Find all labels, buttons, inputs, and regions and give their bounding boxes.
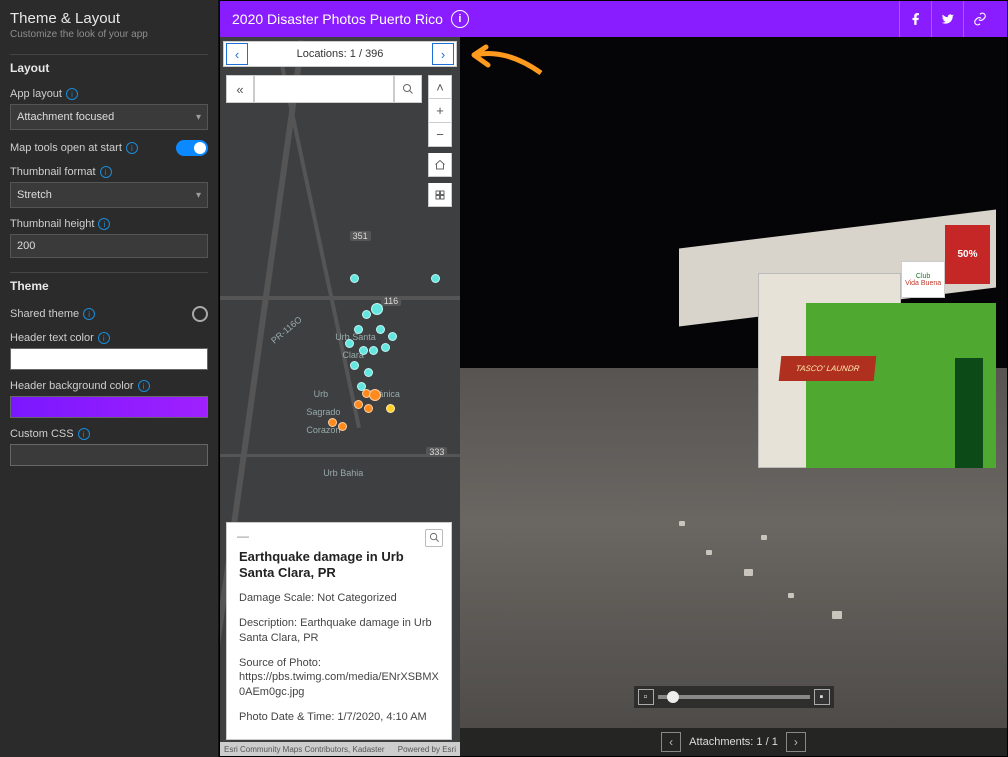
photo-sign-50: 50%: [945, 225, 989, 285]
link-icon[interactable]: [963, 1, 995, 37]
popup-source: Source of Photo: https://pbs.twimg.com/m…: [239, 656, 439, 701]
map-search-input[interactable]: [254, 75, 394, 103]
header-text-color-label: Header text color i: [10, 332, 208, 344]
shared-theme-label: Shared theme i: [10, 308, 95, 320]
map-attribution: Esri Community Maps Contributors, Kadast…: [220, 742, 460, 756]
popup-zoom-icon[interactable]: [425, 529, 443, 547]
thumb-height-input[interactable]: [10, 234, 208, 258]
photo-sign-banner: TASCO' LAUNDR: [779, 356, 877, 381]
config-sidebar: Theme & Layout Customize the look of you…: [0, 0, 219, 757]
next-location-button[interactable]: ›: [432, 43, 454, 65]
custom-css-label: Custom CSS i: [10, 428, 208, 440]
app-layout-select[interactable]: Attachment focused ▾: [10, 104, 208, 130]
info-icon[interactable]: i: [451, 10, 469, 28]
popup-datetime: Photo Date & Time: 1/7/2020, 4:10 AM: [239, 710, 439, 725]
locations-pager: ‹ Locations: 1 / 396 ›: [223, 41, 457, 67]
facebook-icon[interactable]: [899, 1, 931, 37]
section-theme: Theme: [10, 272, 208, 296]
thumb-format-label: Thumbnail format i: [10, 166, 208, 178]
feature-popup: — Earthquake damage in Urb Santa Clara, …: [226, 522, 452, 740]
app-layout-label: App layout i: [10, 88, 208, 100]
chevron-down-icon: ▾: [196, 112, 201, 123]
app-header: 2020 Disaster Photos Puerto Rico i: [220, 1, 1007, 37]
locations-label: Locations: 1 / 396: [297, 48, 384, 60]
thumb-format-select[interactable]: Stretch ▾: [10, 182, 208, 208]
sidebar-subtitle: Customize the look of your app: [10, 29, 208, 40]
popup-title: Earthquake damage in Urb Santa Clara, PR: [239, 549, 439, 582]
info-icon[interactable]: i: [98, 218, 110, 230]
info-icon[interactable]: i: [126, 142, 138, 154]
chevron-up-icon[interactable]: ˄: [428, 75, 452, 99]
collapse-icon[interactable]: «: [226, 75, 254, 103]
header-bg-color-swatch[interactable]: [10, 396, 208, 418]
photo-sign-club: Club Vida Buena: [901, 261, 945, 298]
info-icon[interactable]: i: [100, 166, 112, 178]
prev-location-button[interactable]: ‹: [226, 43, 248, 65]
next-attachment-button[interactable]: ›: [786, 732, 806, 752]
opacity-track[interactable]: [658, 695, 810, 699]
shared-theme-radio[interactable]: [192, 306, 208, 322]
chevron-down-icon: ▾: [196, 190, 201, 201]
twitter-icon[interactable]: [931, 1, 963, 37]
map-search-toolbar: «: [226, 75, 422, 103]
header-bg-color-label: Header background color i: [10, 380, 208, 392]
map-tools-label: Map tools open at start i: [10, 142, 138, 154]
zoom-in-button[interactable]: +: [428, 99, 452, 123]
photo-image[interactable]: 50% Club Vida Buena TASCO' LAUNDR: [460, 37, 1007, 756]
info-icon[interactable]: i: [78, 428, 90, 440]
map-zoom-controls: ˄ + −: [428, 75, 452, 207]
app-preview: 2020 Disaster Photos Puerto Rico i ‹ Loc…: [219, 0, 1008, 757]
attachments-label: Attachments: 1 / 1: [689, 736, 778, 748]
info-icon[interactable]: i: [98, 332, 110, 344]
popup-collapse-icon[interactable]: —: [237, 529, 249, 543]
header-share-icons: [899, 1, 995, 37]
header-text-color-swatch[interactable]: [10, 348, 208, 370]
custom-css-field[interactable]: [10, 444, 208, 466]
section-layout: Layout: [10, 54, 208, 78]
attachments-pager: ‹ Attachments: 1 / 1 ›: [460, 728, 1007, 756]
search-icon[interactable]: [394, 75, 422, 103]
info-icon[interactable]: i: [66, 88, 78, 100]
opacity-min-icon[interactable]: ▫: [638, 689, 654, 705]
thumb-height-label: Thumbnail height i: [10, 218, 208, 230]
popup-damage: Damage Scale: Not Categorized: [239, 591, 439, 606]
opacity-max-icon[interactable]: ▪: [814, 689, 830, 705]
info-icon[interactable]: i: [138, 380, 150, 392]
zoom-out-button[interactable]: −: [428, 123, 452, 147]
app-title: 2020 Disaster Photos Puerto Rico: [232, 11, 443, 27]
home-icon[interactable]: [428, 153, 452, 177]
opacity-thumb[interactable]: [667, 691, 679, 703]
photo-panel: 50% Club Vida Buena TASCO' LAUNDR ▫ ▪ ‹ …: [460, 37, 1007, 756]
prev-attachment-button[interactable]: ‹: [661, 732, 681, 752]
basemap-icon[interactable]: [428, 183, 452, 207]
popup-desc: Description: Earthquake damage in Urb Sa…: [239, 616, 439, 646]
map-tools-toggle[interactable]: [176, 140, 208, 156]
opacity-slider[interactable]: ▫ ▪: [634, 686, 834, 708]
map-panel: Urb Santa Clara Urb Sagrado Corazon Guán…: [220, 37, 460, 756]
info-icon[interactable]: i: [83, 308, 95, 320]
sidebar-title: Theme & Layout: [10, 10, 208, 27]
